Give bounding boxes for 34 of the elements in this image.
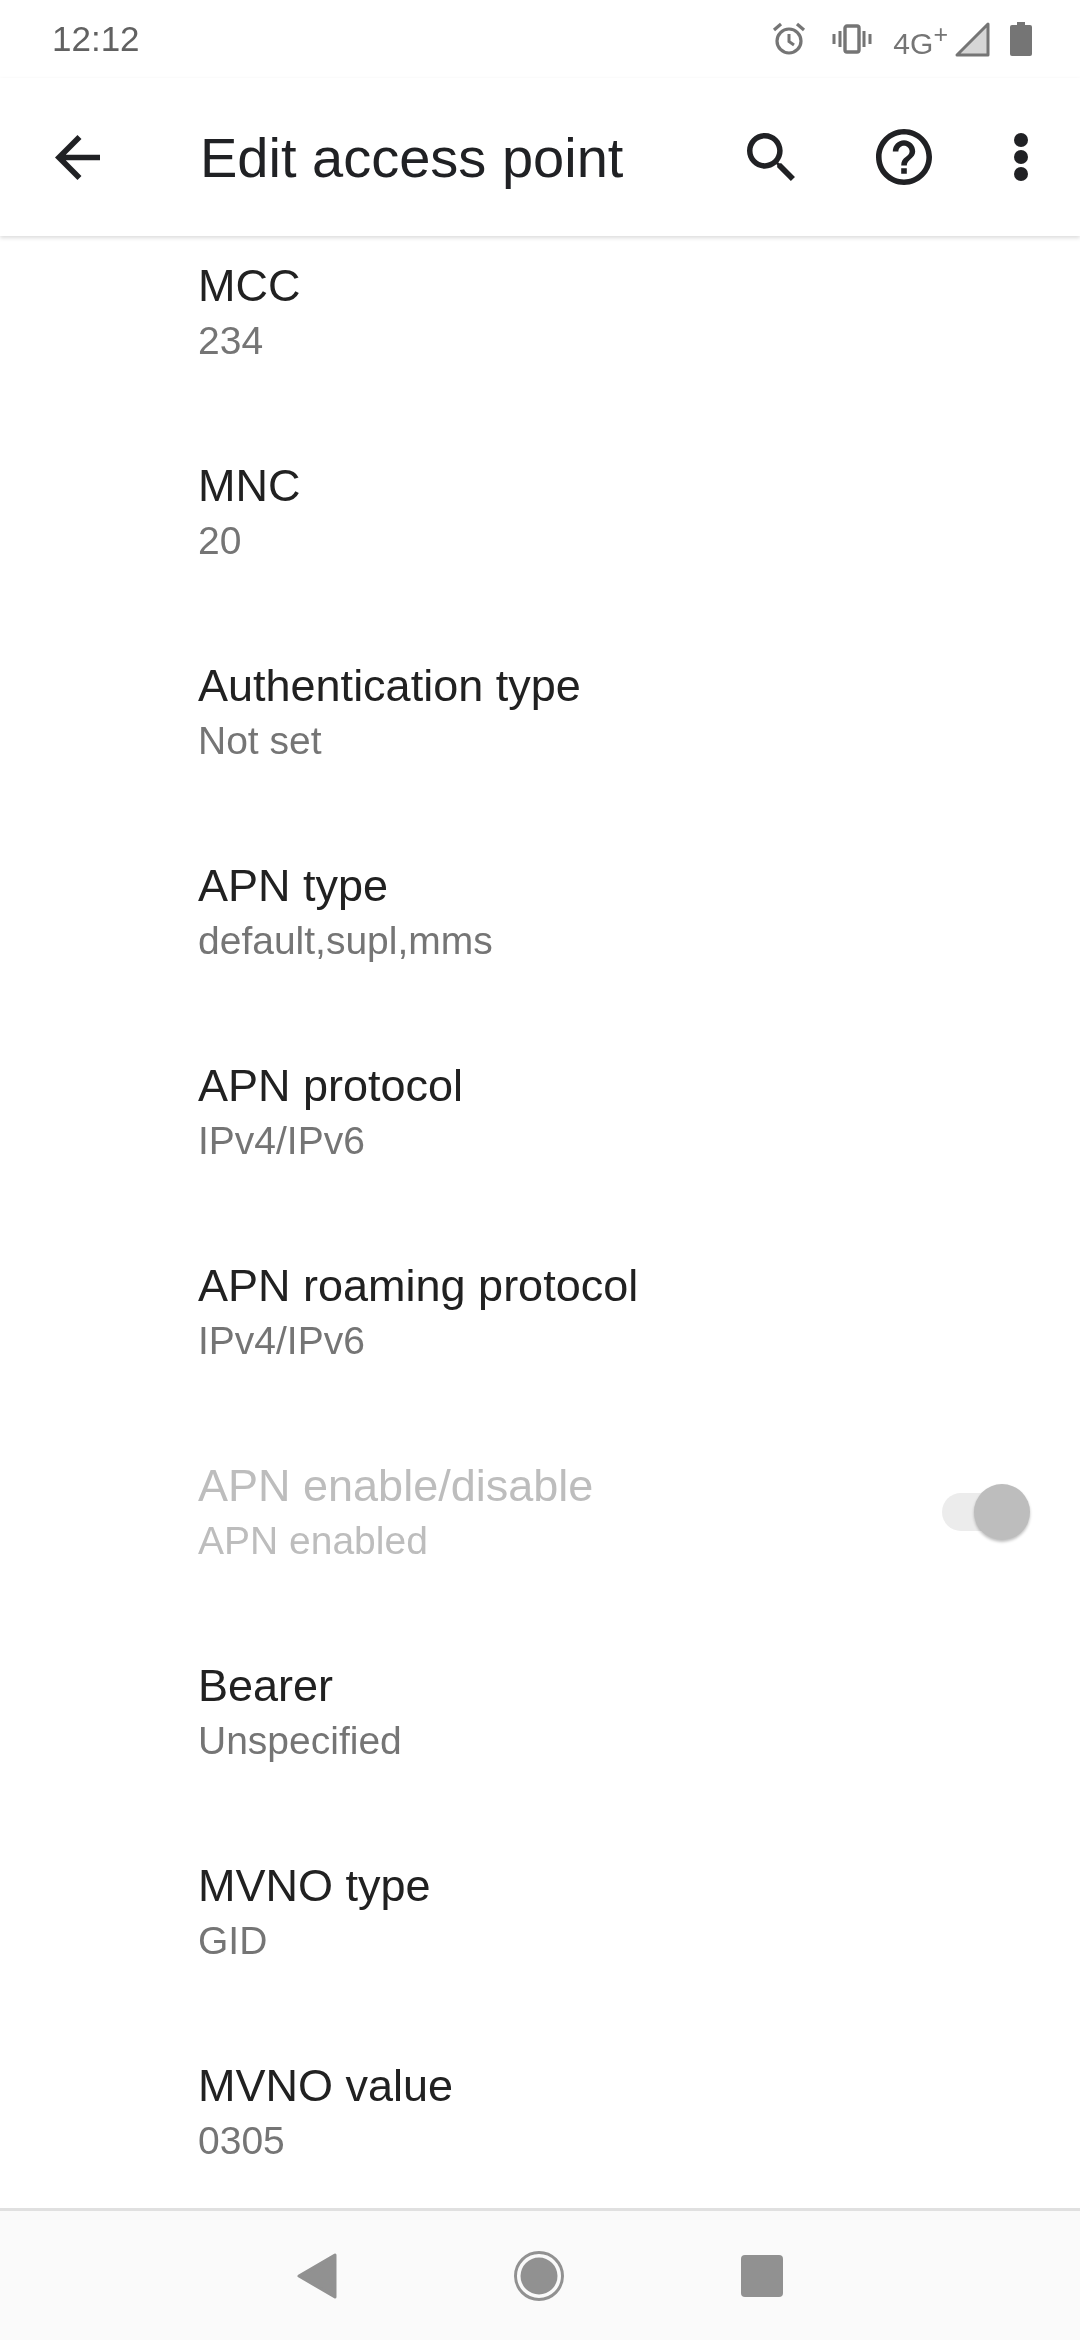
setting-value: 234 <box>198 318 264 364</box>
recents-nav-icon[interactable] <box>741 2254 783 2297</box>
setting-title[interactable]: MCC <box>198 258 301 314</box>
search-icon[interactable] <box>747 133 795 181</box>
screen-title: Edit access point <box>200 124 624 190</box>
setting-title[interactable]: MVNO type <box>198 1858 431 1914</box>
setting-value: Unspecified <box>198 1718 402 1764</box>
setting-title[interactable]: APN roaming protocol <box>198 1258 639 1314</box>
setting-title[interactable]: Bearer <box>198 1658 334 1714</box>
setting-value: IPv4/IPv6 <box>198 1118 365 1164</box>
setting-title[interactable]: MNC <box>198 458 301 514</box>
battery-icon <box>1010 22 1032 56</box>
back-nav-icon[interactable] <box>297 2252 337 2299</box>
more-options-icon[interactable] <box>1014 133 1028 181</box>
setting-value: GID <box>198 1918 268 1964</box>
status-time: 12:12 <box>52 19 140 59</box>
alarm-clock-icon <box>772 22 807 56</box>
home-nav-icon[interactable] <box>514 2250 564 2301</box>
vibrate-icon <box>832 24 873 54</box>
setting-title[interactable]: MVNO value <box>198 2058 454 2114</box>
setting-title: APN enable/disable <box>198 1459 594 1513</box>
setting-title[interactable]: APN protocol <box>198 1058 464 1114</box>
setting-value: Not set <box>198 718 322 764</box>
signal-icon <box>955 21 990 57</box>
setting-title[interactable]: APN type <box>198 858 389 914</box>
setting-value: 20 <box>198 518 242 564</box>
setting-value: 0305 <box>198 2118 285 2164</box>
help-icon[interactable] <box>876 129 932 185</box>
back-arrow-icon[interactable] <box>55 134 100 180</box>
network-type-label: 4G$^{+}$ <box>893 19 948 61</box>
setting-value: APN enabled <box>198 1518 428 1564</box>
setting-value: default,supl,mms <box>198 918 493 964</box>
setting-title[interactable]: Authentication type <box>198 658 581 714</box>
setting-value: IPv4/IPv6 <box>198 1318 365 1364</box>
